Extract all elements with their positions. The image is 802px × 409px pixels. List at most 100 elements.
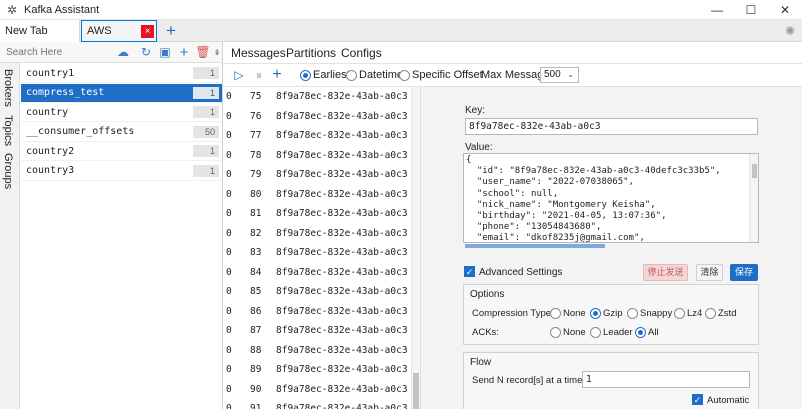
- message-partition: 0: [226, 149, 232, 161]
- datetime-radio[interactable]: [346, 70, 357, 81]
- earliest-radio[interactable]: [300, 70, 311, 81]
- message-row[interactable]: 0 79 8f9a78ec-832e-43ab-a0c3: [223, 165, 411, 185]
- value-scrollbar[interactable]: [749, 154, 758, 242]
- scrollbar-thumb[interactable]: [413, 373, 419, 409]
- message-partition: 0: [226, 208, 232, 220]
- tab-configs[interactable]: Configs: [341, 46, 382, 60]
- message-key: 8f9a78ec-832e-43ab-a0c3: [276, 188, 408, 200]
- acks-all-radio[interactable]: [635, 327, 646, 338]
- value-textarea[interactable]: { "id": "8f9a78ec-832e-43ab-a0c3-40defc3…: [463, 153, 759, 243]
- partition-count-badge: 1: [193, 145, 219, 157]
- refresh-icon[interactable]: ↻: [138, 44, 154, 61]
- topic-row[interactable]: country1 1: [21, 64, 222, 83]
- message-row[interactable]: 0 85 8f9a78ec-832e-43ab-a0c3: [223, 282, 411, 302]
- message-row[interactable]: 0 88 8f9a78ec-832e-43ab-a0c3: [223, 341, 411, 361]
- message-offset: 85: [250, 286, 262, 298]
- value-horizontal-scrollbar[interactable]: [463, 243, 759, 249]
- max-messages-select[interactable]: 500 ⌄: [540, 67, 579, 83]
- partition-count-badge: 50: [193, 125, 219, 138]
- save-button[interactable]: 保存: [730, 264, 758, 281]
- topic-row[interactable]: country 1: [21, 103, 222, 122]
- message-offset: 80: [250, 188, 262, 200]
- acks-leader-radio[interactable]: [590, 327, 601, 338]
- side-tab-brokers[interactable]: Brokers: [2, 69, 14, 107]
- topic-row[interactable]: country3 1: [21, 162, 222, 181]
- stop-sending-button[interactable]: 停止发送: [643, 264, 688, 281]
- add-message-icon[interactable]: +: [269, 67, 285, 83]
- value-line: {: [466, 155, 472, 165]
- add-tab-button[interactable]: +: [162, 21, 180, 41]
- value-label: Value:: [465, 142, 493, 153]
- image-icon[interactable]: ▣: [157, 44, 173, 61]
- message-row[interactable]: 0 75 8f9a78ec-832e-43ab-a0c3: [223, 87, 411, 107]
- clear-button[interactable]: 清除: [696, 264, 723, 281]
- cloud-icon[interactable]: ☁: [115, 44, 131, 61]
- add-topic-icon[interactable]: +: [176, 44, 192, 61]
- message-row[interactable]: 0 82 8f9a78ec-832e-43ab-a0c3: [223, 224, 411, 244]
- tab-strip: New Tab AWS × + ✺: [0, 20, 802, 42]
- message-key: 8f9a78ec-832e-43ab-a0c3: [276, 266, 408, 278]
- play-icon[interactable]: ▷: [231, 67, 247, 83]
- tab-messages[interactable]: Messages: [231, 46, 286, 60]
- side-tab-groups[interactable]: Groups: [2, 153, 14, 189]
- more-icon[interactable]: ⇟: [212, 44, 222, 61]
- tab-partitions[interactable]: Partitions: [286, 46, 336, 60]
- advanced-settings-label: Advanced Settings: [479, 267, 563, 278]
- automatic-checkbox[interactable]: ✓: [692, 394, 703, 405]
- message-key: 8f9a78ec-832e-43ab-a0c3: [276, 208, 408, 220]
- value-line: "email": "dkof8235j@gmail.com",: [466, 233, 645, 243]
- message-row[interactable]: 0 86 8f9a78ec-832e-43ab-a0c3: [223, 302, 411, 322]
- acks-none-radio[interactable]: [550, 327, 561, 338]
- tab-label: AWS: [87, 25, 112, 37]
- send-records-input[interactable]: 1: [582, 371, 750, 388]
- message-key: 8f9a78ec-832e-43ab-a0c3: [276, 403, 408, 409]
- message-row[interactable]: 0 91 8f9a78ec-832e-43ab-a0c3: [223, 399, 411, 409]
- key-field[interactable]: 8f9a78ec-832e-43ab-a0c3: [465, 118, 758, 135]
- message-partition: 0: [226, 110, 232, 122]
- close-tab-icon[interactable]: ×: [141, 25, 154, 38]
- advanced-settings-checkbox[interactable]: ✓: [464, 266, 475, 277]
- compression-snappy-radio[interactable]: [627, 308, 638, 319]
- tab-new-tab[interactable]: New Tab: [0, 20, 80, 42]
- tab-aws[interactable]: AWS ×: [81, 20, 157, 42]
- message-row[interactable]: 0 89 8f9a78ec-832e-43ab-a0c3: [223, 360, 411, 380]
- message-row[interactable]: 0 83 8f9a78ec-832e-43ab-a0c3: [223, 243, 411, 263]
- topic-row[interactable]: country2 1: [21, 142, 222, 161]
- flow-group: Flow Send N record[s] at a time: 1 ✓ Aut…: [463, 352, 759, 409]
- message-detail-pane: Key: 8f9a78ec-832e-43ab-a0c3 Value: { "i…: [420, 87, 802, 409]
- message-row[interactable]: 0 90 8f9a78ec-832e-43ab-a0c3: [223, 380, 411, 400]
- automatic-label: Automatic: [707, 395, 750, 406]
- topic-row[interactable]: __consumer_offsets 50: [21, 123, 222, 142]
- topic-row[interactable]: compress_test 1: [21, 83, 222, 103]
- message-key: 8f9a78ec-832e-43ab-a0c3: [276, 247, 408, 259]
- topic-name: compress_test: [26, 87, 105, 98]
- options-title: Options: [470, 289, 505, 300]
- close-window-button[interactable]: ✕: [768, 0, 802, 20]
- send-records-label: Send N record[s] at a time:: [472, 375, 585, 386]
- message-row[interactable]: 0 78 8f9a78ec-832e-43ab-a0c3: [223, 146, 411, 166]
- message-row[interactable]: 0 87 8f9a78ec-832e-43ab-a0c3: [223, 321, 411, 341]
- compression-none-radio[interactable]: [550, 308, 561, 319]
- scrollbar-thumb[interactable]: [752, 164, 757, 178]
- compression-lz4-radio[interactable]: [674, 308, 685, 319]
- topic-search-input[interactable]: [6, 45, 106, 60]
- compression-zstd-radio[interactable]: [705, 308, 716, 319]
- minimize-button[interactable]: —: [700, 0, 734, 20]
- side-tab-topics[interactable]: Topics: [2, 115, 14, 146]
- message-offset: 75: [250, 91, 262, 103]
- value-line: "school": null,: [466, 188, 559, 199]
- message-row[interactable]: 0 77 8f9a78ec-832e-43ab-a0c3: [223, 126, 411, 146]
- partition-count-badge: 1: [193, 106, 219, 118]
- message-row[interactable]: 0 84 8f9a78ec-832e-43ab-a0c3: [223, 263, 411, 283]
- message-row[interactable]: 0 80 8f9a78ec-832e-43ab-a0c3: [223, 185, 411, 205]
- compression-gzip-radio[interactable]: [590, 308, 601, 319]
- maximize-button[interactable]: ☐: [734, 0, 768, 20]
- pause-icon[interactable]: ⏸: [251, 67, 267, 83]
- message-row[interactable]: 0 81 8f9a78ec-832e-43ab-a0c3: [223, 204, 411, 224]
- message-partition: 0: [226, 364, 232, 376]
- scrollbar-thumb[interactable]: [465, 244, 605, 248]
- message-list-scrollbar[interactable]: [411, 87, 420, 409]
- trash-icon[interactable]: 🗑: [195, 44, 211, 61]
- message-row[interactable]: 0 76 8f9a78ec-832e-43ab-a0c3: [223, 107, 411, 127]
- specific-offset-radio[interactable]: [399, 70, 410, 81]
